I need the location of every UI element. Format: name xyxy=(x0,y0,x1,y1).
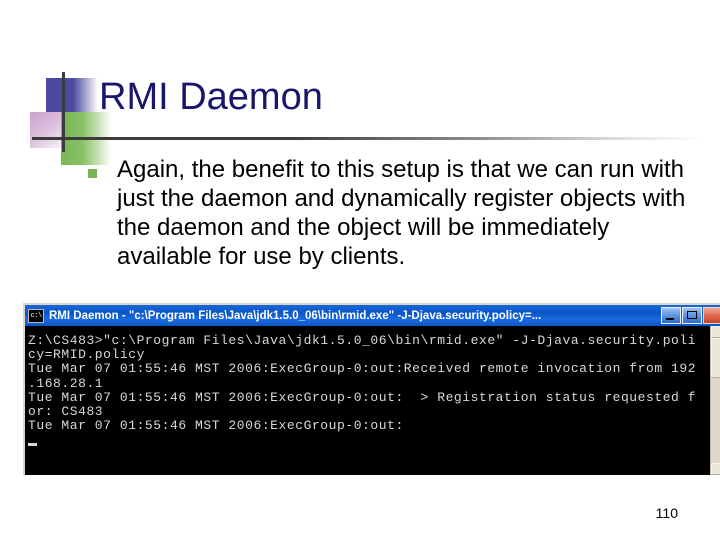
console-line: Tue Mar 07 01:55:46 MST 2006:ExecGroup-0… xyxy=(28,361,697,377)
bullet-square-icon xyxy=(88,169,97,178)
console-line: Tue Mar 07 01:55:46 MST 2006:ExecGroup-0… xyxy=(28,389,697,405)
page-title: RMI Daemon xyxy=(99,76,323,118)
deco-vertical-line xyxy=(62,72,65,152)
minimize-icon xyxy=(666,318,674,320)
console-title-text: RMI Daemon - "c:\Program Files\Java\jdk1… xyxy=(49,309,542,322)
console-line: Z:\CS483>"c:\Program Files\Java\jdk1.5.0… xyxy=(28,333,697,348)
console-titlebar[interactable]: c:\ RMI Daemon - "c:\Program Files\Java\… xyxy=(25,305,720,326)
bullet-text: Again, the benefit to this setup is that… xyxy=(117,156,686,270)
minimize-button[interactable] xyxy=(661,307,681,324)
window-controls xyxy=(661,307,720,324)
maximize-button[interactable] xyxy=(682,307,702,324)
scroll-down-arrow-icon[interactable] xyxy=(711,463,720,475)
console-body: Z:\CS483>"c:\Program Files\Java\jdk1.5.0… xyxy=(25,326,720,475)
console-output-area[interactable]: Z:\CS483>"c:\Program Files\Java\jdk1.5.0… xyxy=(25,326,710,475)
console-scrollbar[interactable] xyxy=(710,326,720,475)
text-cursor xyxy=(28,442,37,446)
console-window[interactable]: c:\ RMI Daemon - "c:\Program Files\Java\… xyxy=(23,303,720,475)
console-line: or: CS483 xyxy=(28,404,104,420)
page-number: 110 xyxy=(655,505,678,521)
title-divider xyxy=(32,137,708,140)
close-button[interactable] xyxy=(703,307,720,324)
console-app-icon: c:\ xyxy=(28,308,44,323)
maximize-icon xyxy=(687,311,697,319)
console-line: Tue Mar 07 01:55:46 MST 2006:ExecGroup-0… xyxy=(28,418,404,434)
slide-canvas: RMI Daemon Again, the benefit to this se… xyxy=(0,0,720,540)
deco-blue-square xyxy=(46,78,98,114)
console-line: .168.28.1 xyxy=(28,375,104,391)
list-item: Again, the benefit to this setup is that… xyxy=(88,155,698,271)
console-line: cy=RMID.policy xyxy=(28,347,145,363)
scrollbar-thumb[interactable] xyxy=(711,338,720,378)
console-cursor-line xyxy=(28,433,710,447)
body-content: Again, the benefit to this setup is that… xyxy=(88,155,698,271)
scroll-up-arrow-icon[interactable] xyxy=(711,326,720,338)
